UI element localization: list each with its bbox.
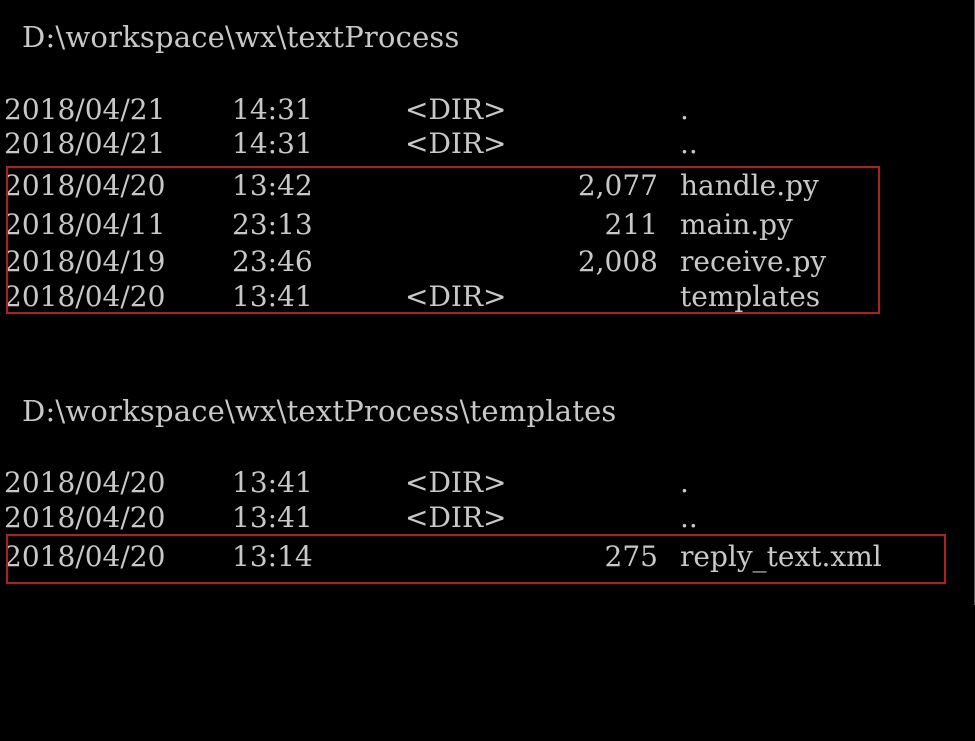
entry-time: 13:41 xyxy=(232,466,313,499)
entry-name: .. xyxy=(680,501,698,534)
entry-name: .. xyxy=(680,127,698,160)
dir-entry: 2018/04/20 13:41 <DIR> . xyxy=(0,469,960,497)
entry-date: 2018/04/21 xyxy=(4,93,166,126)
dir-entry: 2018/04/21 14:31 <DIR> .. xyxy=(0,130,960,158)
entry-dir-tag: <DIR> xyxy=(405,466,507,499)
entry-time: 14:31 xyxy=(232,93,313,126)
entry-dir-tag: <DIR> xyxy=(405,93,507,126)
entry-name: . xyxy=(680,466,689,499)
entry-dir-tag: <DIR> xyxy=(405,501,507,534)
entry-time: 13:41 xyxy=(232,501,313,534)
dir-entry: 2018/04/21 14:31 <DIR> . xyxy=(0,96,960,124)
directory-path-1: D:\workspace\wx\textProcess xyxy=(22,20,460,54)
dir-entry: 2018/04/20 13:41 <DIR> .. xyxy=(0,504,960,532)
console-window[interactable]: D:\workspace\wx\textProcess 2018/04/21 1… xyxy=(0,0,975,605)
entry-date: 2018/04/21 xyxy=(4,127,166,160)
clipped-summary-fragment xyxy=(290,584,810,594)
entry-date: 2018/04/20 xyxy=(4,466,166,499)
entry-time: 14:31 xyxy=(232,127,313,160)
entry-date: 2018/04/20 xyxy=(4,501,166,534)
highlight-box-files xyxy=(6,166,880,314)
directory-path-2: D:\workspace\wx\textProcess\templates xyxy=(22,394,617,428)
entry-name: . xyxy=(680,93,689,126)
clipped-summary-fragment xyxy=(290,314,810,324)
highlight-box-template-file xyxy=(6,534,946,584)
entry-dir-tag: <DIR> xyxy=(405,127,507,160)
